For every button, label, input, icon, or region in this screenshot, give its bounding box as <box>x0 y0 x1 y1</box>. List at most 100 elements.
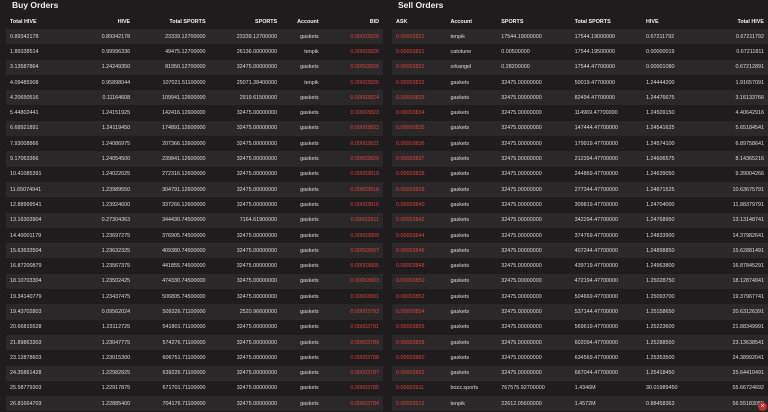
sell-cell-ask: 0.00003842 <box>392 212 447 228</box>
buy-order-row[interactable]: 20.66815528 1.23112725 541801.71100000 3247… <box>6 319 383 335</box>
sell-header-total-sports[interactable]: Total SPORTS <box>570 14 643 29</box>
sell-order-row[interactable]: 0.00003837 gaskets 32475.00000000 212394.47… <box>392 151 768 167</box>
buy-order-row[interactable]: 4.20650516 0.11164608 109941.12600000 2919.… <box>6 90 383 106</box>
sell-header-hive[interactable]: HIVE <box>642 14 703 29</box>
buy-cell-hive: 1.23112725 <box>70 319 135 335</box>
sell-order-row[interactable]: 0.00003842 gaskets 32475.00000000 342294.47… <box>392 212 768 228</box>
buy-cell-bid: 0.00003785 <box>322 380 383 397</box>
buy-cell-account: gaskets <box>281 136 323 152</box>
sell-header-sports[interactable]: SPORTS <box>497 14 571 29</box>
sell-order-row[interactable]: 0.00003840 gaskets 32475.00000000 309819.47… <box>392 197 768 213</box>
buy-order-row[interactable]: 3.13587864 1.24249350 81950.12700000 32475.… <box>6 59 383 75</box>
sell-order-row[interactable]: 0.00003832 gaskets 32475.00000000 50019.477… <box>392 74 768 91</box>
buy-order-row[interactable]: 23.12878603 1.23015300 606751.71100000 3247… <box>6 350 383 366</box>
sell-cell-account: gaskets <box>446 365 498 381</box>
buy-cell-total-sports: 49475.12700000 <box>134 44 210 60</box>
buy-order-row[interactable]: 12.88999541 1.23924600 337266.12600000 3247… <box>6 197 383 213</box>
sell-cell-sports: 32475.00000000 <box>497 304 571 320</box>
sell-order-row[interactable]: 0.00003831 orkangel 0.28200000 17544.477000… <box>392 59 768 75</box>
buy-cell-total-sports: 304791.12600000 <box>134 181 210 198</box>
sell-cell-sports: 32475.00000000 <box>497 74 571 91</box>
buy-order-row[interactable]: 0.89342178 0.89342178 23339.12700000 23339.… <box>6 29 383 45</box>
buy-header-total-sports[interactable]: Total SPORTS <box>134 14 210 29</box>
buy-cell-total-sports: 109941.12600000 <box>134 90 210 106</box>
buy-order-row[interactable]: 5.44802441 1.24151925 142416.12600000 32475… <box>6 105 383 121</box>
sell-cell-sports: 767575.92700000 <box>497 380 571 397</box>
sell-order-row[interactable]: 0.00003856 gaskets 32475.00000000 569619.47… <box>392 319 768 335</box>
buy-order-row[interactable]: 1.89338514 0.99996336 49475.12700000 26136.… <box>6 44 383 60</box>
buy-header-account[interactable]: Account <box>281 14 323 29</box>
buy-cell-total-sports: 239841.12600000 <box>134 151 210 167</box>
buy-cell-sports: 23339.12700000 <box>209 29 282 45</box>
buy-cell-account: gaskets <box>281 120 323 137</box>
buy-order-row[interactable]: 10.41085391 1.24022025 272316.12600000 3247… <box>6 166 383 182</box>
sell-cell-hive: 1.25028750 <box>642 273 703 290</box>
sell-order-row[interactable]: 0.00003912 tenpik 22612.05600000 1.4572M 0.8… <box>392 396 768 412</box>
buy-cell-account: gaskets <box>281 304 323 320</box>
buy-order-row[interactable]: 15.63633504 1.23632325 409380.74500000 3247… <box>6 243 383 259</box>
buy-cell-bid: 0.00003788 <box>322 350 383 366</box>
sell-order-row[interactable]: 0.00003852 gaskets 32475.00000000 504669.47… <box>392 289 768 305</box>
buy-order-row[interactable]: 24.35861428 1.22982825 639226.71100000 3247… <box>6 365 383 381</box>
buy-order-row[interactable]: 21.89863303 1.23047775 574276.71100000 3247… <box>6 334 383 351</box>
sell-order-row[interactable]: 0.00003854 gaskets 32475.00000000 537144.47… <box>392 304 768 320</box>
sell-header-total-hive[interactable]: Total HIVE <box>702 14 768 29</box>
sell-cell-ask: 0.00003911 <box>392 380 447 397</box>
sell-order-row[interactable]: 0.00003846 gaskets 32475.00000000 407244.47… <box>392 243 768 259</box>
sell-order-row[interactable]: 0.00003860 gaskets 32475.00000000 634569.47… <box>392 350 768 366</box>
buy-header-sports[interactable]: SPORTS <box>209 14 282 29</box>
buy-order-row[interactable]: 19.43702803 0.09562024 509326.71100000 2520… <box>6 304 383 320</box>
sell-order-row[interactable]: 0.00003911 bozz.sports 767575.92700000 1.43… <box>392 380 768 397</box>
sell-order-row[interactable]: 0.00003838 gaskets 32475.00000000 244869.47… <box>392 166 768 182</box>
buy-header-bid[interactable]: BID <box>322 14 383 29</box>
sell-order-row[interactable]: 0.00003834 gaskets 32475.00000000 114969.47… <box>392 105 768 121</box>
sell-cell-hive: 1.24768950 <box>642 212 703 228</box>
sell-cell-total-sports: 504669.47700000 <box>570 289 643 305</box>
sell-cell-account: gaskets <box>446 90 498 106</box>
buy-cell-hive: 1.22982825 <box>70 365 135 381</box>
buy-cell-bid: 0.00003826 <box>322 59 383 75</box>
buy-order-row[interactable]: 26.81664703 1.22885400 704176.71100000 3247… <box>6 396 383 412</box>
close-icon[interactable]: × <box>758 402 767 411</box>
buy-order-row[interactable]: 11.65074941 1.23989550 304791.12600000 3247… <box>6 181 383 198</box>
buy-order-row[interactable]: 7.93008866 1.24086975 207366.12600000 32475… <box>6 136 383 152</box>
buy-order-row[interactable]: 9.17063366 1.24054500 239841.12600000 32475… <box>6 151 383 167</box>
buy-cell-sports: 32475.00000000 <box>209 380 282 397</box>
sell-cell-account: gaskets <box>446 74 498 91</box>
sell-order-row[interactable]: 0.00003850 gaskets 32475.00000000 472194.47… <box>392 273 768 290</box>
sell-cell-sports: 32475.00000000 <box>497 120 571 137</box>
sell-cell-ask: 0.00003840 <box>392 197 447 213</box>
buy-header-hive[interactable]: HIVE <box>70 14 135 29</box>
buy-cell-account: gaskets <box>281 59 323 75</box>
buy-cell-sports: 32475.00000000 <box>209 243 282 259</box>
sell-cell-ask: 0.00003854 <box>392 304 447 320</box>
buy-cell-account: gaskets <box>281 29 323 45</box>
sell-order-row[interactable]: 0.00003835 gaskets 32475.00000000 147444.47… <box>392 120 768 137</box>
buy-order-row[interactable]: 6.68921891 1.24119450 174891.12600000 32475… <box>6 120 383 137</box>
sell-order-row[interactable]: 0.00003836 gaskets 32475.00000000 179919.47… <box>392 136 768 152</box>
sell-order-row[interactable]: 0.00003848 gaskets 32475.00000000 439719.47… <box>392 258 768 274</box>
sell-order-row[interactable]: 0.00003831 catotune 0.00500000 17544.195000… <box>392 44 768 60</box>
buy-order-row[interactable]: 14.40001179 1.23697275 376905.74500000 3247… <box>6 227 383 244</box>
sell-order-row[interactable]: 0.00003862 gaskets 32475.00000000 667044.47… <box>392 365 768 381</box>
buy-cell-hive: 1.24119450 <box>70 120 135 137</box>
sell-cell-total-hive: 11.88379791 <box>702 197 768 213</box>
buy-header-total-hive[interactable]: Total HIVE <box>6 14 71 29</box>
buy-cell-total-sports: 272316.12600000 <box>134 166 210 182</box>
buy-order-row[interactable]: 18.10703304 1.23502425 474330.74500000 3247… <box>6 273 383 290</box>
sell-cell-sports: 32475.00000000 <box>497 350 571 366</box>
buy-order-row[interactable]: 13.16303904 0.27304363 344430.74500000 7164… <box>6 212 383 228</box>
sell-header-account[interactable]: Account <box>446 14 498 29</box>
sell-order-row[interactable]: 0.00003833 gaskets 32475.00000000 82494.477… <box>392 90 768 106</box>
buy-order-row[interactable]: 16.87200879 1.23567375 441855.74500000 3247… <box>6 258 383 274</box>
sell-header-ask[interactable]: ASK <box>392 14 447 29</box>
sell-order-row[interactable]: 0.00003844 gaskets 32475.00000000 374769.47… <box>392 227 768 244</box>
buy-order-row[interactable]: 19.34140779 1.23437475 506805.74500000 3247… <box>6 289 383 305</box>
buy-cell-account: gaskets <box>281 334 323 351</box>
sell-order-row[interactable]: 0.00003839 gaskets 32475.00000000 277344.47… <box>392 181 768 198</box>
buy-cell-bid: 0.00003818 <box>322 181 383 198</box>
sell-order-row[interactable]: 0.00003831 tenpik 17544.19000000 17544.1900… <box>392 29 768 45</box>
buy-order-row[interactable]: 25.58779303 1.22917875 671701.71100000 3247… <box>6 380 383 397</box>
sell-order-row[interactable]: 0.00003858 gaskets 32475.00000000 602094.47… <box>392 334 768 351</box>
buy-order-row[interactable]: 4.09485908 0.95898044 107021.51100000 25071… <box>6 74 383 91</box>
